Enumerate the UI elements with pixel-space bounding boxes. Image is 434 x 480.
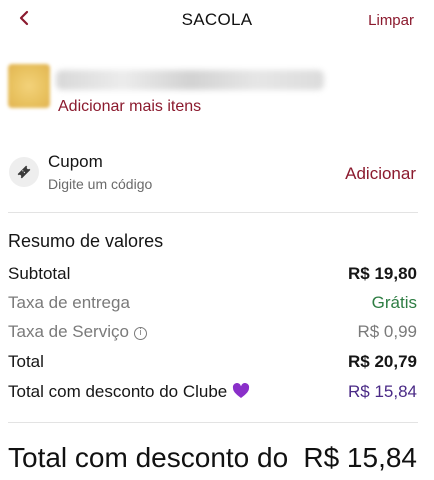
club-total-label: Total com desconto do Clube — [8, 382, 228, 401]
add-coupon-button[interactable]: Adicionar — [345, 164, 416, 184]
store-logo — [8, 64, 50, 108]
info-icon[interactable]: i — [133, 327, 147, 340]
coupon-title: Cupom — [48, 152, 103, 171]
clear-button[interactable]: Limpar — [368, 12, 414, 29]
footer-total-label: Total com desconto do — [8, 442, 289, 473]
divider — [8, 212, 418, 213]
summary-title: Resumo de valores — [8, 231, 164, 251]
subtotal-value: R$ 19,80 — [348, 264, 417, 283]
service-fee-row: Taxa de Serviço i — [8, 322, 147, 342]
heart-icon — [232, 383, 250, 404]
subtotal-label: Subtotal — [8, 264, 71, 283]
club-total-row: Total com desconto do Clube — [8, 382, 250, 404]
store-name-redacted — [56, 70, 324, 90]
service-fee-label: Taxa de Serviço — [8, 322, 129, 341]
service-fee-value: R$ 0,99 — [357, 322, 417, 341]
total-value: R$ 20,79 — [348, 352, 417, 371]
ticket-icon — [17, 165, 31, 179]
delivery-fee-value: Grátis — [371, 293, 417, 312]
total-label: Total — [8, 352, 44, 371]
delivery-fee-label: Taxa de entrega — [8, 293, 130, 312]
footer-total-value: R$ 15,84 — [303, 442, 417, 473]
coupon-icon-container — [9, 157, 39, 187]
divider — [8, 422, 418, 423]
add-more-items-link[interactable]: Adicionar mais itens — [58, 98, 201, 116]
club-total-value: R$ 15,84 — [348, 382, 417, 401]
coupon-subtitle: Digite um código — [48, 176, 153, 192]
